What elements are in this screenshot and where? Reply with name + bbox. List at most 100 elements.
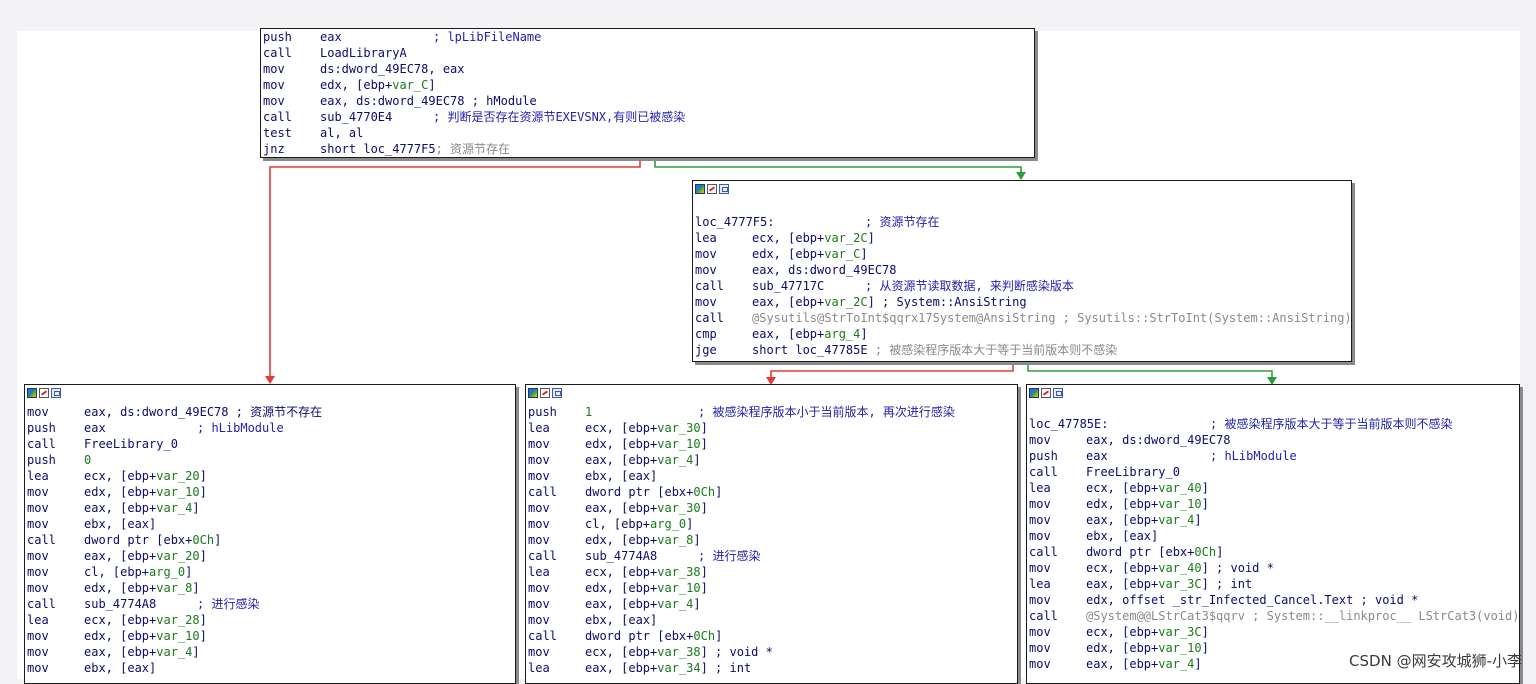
asm-line[interactable]: call dword ptr [ebx+0Ch]	[526, 628, 1017, 644]
asm-line[interactable]: mov ebx, [eax]	[25, 660, 515, 676]
asm-line[interactable]: push 1 ; 被感染程序版本小于当前版本, 再次进行感染	[526, 404, 1017, 420]
asm-line[interactable]: lea eax, [ebp+var_3C] ; int	[1027, 576, 1519, 592]
operand-variable: var_C	[392, 78, 429, 92]
asm-line[interactable]: call sub_4774A8 ; 进行感染	[526, 548, 1017, 564]
asm-line[interactable]: mov edx, [ebp+var_10]	[526, 436, 1017, 452]
asm-line[interactable]: mov edx, [ebp+var_C]	[693, 246, 1351, 262]
operand-suffix: ] ; void *	[700, 645, 773, 659]
block-label[interactable]: loc_47785E:	[1029, 416, 1108, 432]
edit-pen-icon[interactable]	[707, 184, 717, 194]
code-block-center[interactable]: push 1 ; 被感染程序版本小于当前版本, 再次进行感染 lea ecx, [ebp…	[525, 384, 1018, 684]
line-comment: ; 从资源节读取数据, 来判断感染版本	[865, 279, 1074, 293]
asm-line[interactable]: push eax ; hLibModule	[25, 420, 515, 436]
asm-line[interactable]: mov eax, [ebp+var_4]	[25, 644, 515, 660]
asm-line[interactable]: call sub_4770E4 ; 判断是否存在资源节EXEVSNX,有则已被感染	[261, 109, 1034, 125]
code-block-loc_47785E[interactable]: loc_47785E: ; 被感染程序版本大于等于当前版本则不感染 mov eax…	[1026, 384, 1520, 684]
asm-line[interactable]: cmp eax, [ebp+arg_4]	[693, 326, 1351, 342]
code-block-top[interactable]: push eax; lpLibFileName call LoadLibraryA mo…	[260, 28, 1035, 158]
asm-line[interactable]: mov ebx, [eax]	[1027, 528, 1519, 544]
edit-pen-icon[interactable]	[1041, 388, 1051, 398]
asm-line[interactable]: mov eax, [ebp+var_4]	[526, 596, 1017, 612]
asm-line[interactable]: call dword ptr [ebx+0Ch]	[25, 532, 515, 548]
operand-suffix: ]	[860, 327, 868, 341]
asm-line[interactable]: call sub_4774A8 ; 进行感染	[25, 596, 515, 612]
asm-line[interactable]: push eax ; lpLibFileName	[261, 29, 1034, 45]
asm-line[interactable]: lea ecx, [ebp+var_38]	[526, 564, 1017, 580]
asm-line[interactable]: mov eax, [ebp+var_4]	[1027, 512, 1519, 528]
asm-line[interactable]: mov edx, [ebp+var_8]	[25, 580, 515, 596]
asm-line[interactable]: mov eax, [ebp+var_2C] ; System::AnsiStrin…	[693, 294, 1351, 310]
asm-line[interactable]: call LoadLibraryA	[261, 45, 1034, 61]
asm-line[interactable]: mov eax, [ebp+var_20]	[25, 548, 515, 564]
window-icon[interactable]	[1053, 388, 1063, 398]
asm-line[interactable]: call FreeLibrary_0	[1027, 464, 1519, 480]
asm-line[interactable]: call dword ptr [ebx+0Ch]	[526, 484, 1017, 500]
asm-line[interactable]: mov edx, [ebp+var_10]	[25, 484, 515, 500]
asm-line[interactable]: mov ebx, [eax]	[526, 468, 1017, 484]
asm-line[interactable]: mov eax, [ebp+var_30]	[526, 500, 1017, 516]
asm-line[interactable]: jge short loc_47785E ; 被感染程序版本大于等于当前版本则不感…	[693, 342, 1351, 358]
operands: FreeLibrary_0	[1086, 464, 1180, 480]
asm-line[interactable]: lea ecx, [ebp+var_2C]	[693, 230, 1351, 246]
asm-line[interactable]: mov edx, [ebp+var_10]	[25, 628, 515, 644]
block-label[interactable]: loc_4777F5:	[695, 214, 774, 230]
asm-line[interactable]: mov ebx, [eax]	[526, 612, 1017, 628]
window-icon[interactable]	[552, 388, 562, 398]
asm-line[interactable]: lea eax, [ebp+var_34] ; int	[526, 660, 1017, 676]
operands: ds:dword_49EC78, eax	[320, 61, 465, 77]
asm-line[interactable]: mov eax, ds:dword_49EC78 ; hModule	[261, 93, 1034, 109]
window-icon[interactable]	[51, 388, 61, 398]
code-block-left[interactable]: mov eax, ds:dword_49EC78 ; 资源节不存在 push eax;…	[24, 384, 516, 684]
asm-line[interactable]: mov edx, [ebp+var_C]	[261, 77, 1034, 93]
operand-text: edx, offset _str_Infected_Cancel.Text ; …	[1086, 593, 1419, 607]
graph-color-icon[interactable]	[528, 388, 538, 398]
window-icon[interactable]	[719, 184, 729, 194]
asm-line[interactable]: mov eax, ds:dword_49EC78	[693, 262, 1351, 278]
asm-line[interactable]: jnz short loc_4777F5; 资源节存在	[261, 141, 1034, 157]
asm-line[interactable]: mov ecx, [ebp+var_38] ; void *	[526, 644, 1017, 660]
asm-line[interactable]: mov edx, offset _str_Infected_Cancel.Text…	[1027, 592, 1519, 608]
asm-line[interactable]: mov edx, [ebp+var_8]	[526, 532, 1017, 548]
graph-color-icon[interactable]	[695, 184, 705, 194]
operand-text: ecx, [ebp+	[585, 645, 658, 659]
asm-line[interactable]: mov ecx, [ebp+var_40] ; void *	[1027, 560, 1519, 576]
asm-line[interactable]: lea ecx, [ebp+var_28]	[25, 612, 515, 628]
graph-color-icon[interactable]	[1029, 388, 1039, 398]
asm-line[interactable]: mov eax, ds:dword_49EC78	[1027, 432, 1519, 448]
asm-line[interactable]: push eax ; hLibModule	[1027, 448, 1519, 464]
block-label-comment: ; 资源节存在	[865, 215, 940, 229]
asm-line[interactable]: mov edx, [ebp+var_10]	[526, 580, 1017, 596]
edit-pen-icon[interactable]	[540, 388, 550, 398]
asm-line[interactable]: mov cl, [ebp+arg_0]	[25, 564, 515, 580]
operand-text: LoadLibraryA	[320, 46, 407, 60]
asm-line[interactable]: mov eax, ds:dword_49EC78 ; 资源节不存在	[25, 404, 515, 420]
asm-line[interactable]: mov edx, [ebp+var_10]	[1027, 496, 1519, 512]
asm-line[interactable]: test al, al	[261, 125, 1034, 141]
asm-line[interactable]: lea ecx, [ebp+var_30]	[526, 420, 1017, 436]
asm-line[interactable]: call FreeLibrary_0	[25, 436, 515, 452]
operand-suffix: ]	[1194, 657, 1202, 671]
block-label-line: loc_47785E: ; 被感染程序版本大于等于当前版本则不感染	[1027, 416, 1519, 432]
asm-line[interactable]: lea ecx, [ebp+var_40]	[1027, 480, 1519, 496]
asm-line[interactable]: mov ds:dword_49EC78, eax	[261, 61, 1034, 77]
operand-text: eax, [ebp+	[1086, 513, 1159, 527]
operand-variable: arg_4	[824, 327, 861, 341]
line-comment: ; 进行感染	[197, 597, 260, 611]
asm-line[interactable]: mov ebx, [eax]	[25, 516, 515, 532]
asm-line[interactable]: call dword ptr [ebx+0Ch]	[1027, 544, 1519, 560]
mnemonic: mov	[1029, 657, 1051, 671]
code-block-loc_4777F5[interactable]: loc_4777F5: ; 资源节存在 lea ecx, [ebp+var_2C]…	[692, 180, 1352, 362]
asm-line[interactable]: mov eax, [ebp+var_4]	[25, 500, 515, 516]
asm-line[interactable]: mov cl, [ebp+arg_0]	[526, 516, 1017, 532]
operand-variable: 0Ch	[693, 485, 716, 499]
edge-top-to-mid	[654, 158, 1022, 174]
asm-line[interactable]: call @Sysutils@StrToInt$qqrx17System@Ansi…	[693, 310, 1351, 326]
asm-line[interactable]: push 0	[25, 452, 515, 468]
graph-color-icon[interactable]	[27, 388, 37, 398]
edit-pen-icon[interactable]	[39, 388, 49, 398]
asm-line[interactable]: mov eax, [ebp+var_4]	[526, 452, 1017, 468]
asm-line[interactable]: call sub_47717C ; 从资源节读取数据, 来判断感染版本	[693, 278, 1351, 294]
asm-line[interactable]: mov ecx, [ebp+var_3C]	[1027, 624, 1519, 640]
asm-line[interactable]: call @System@@LStrCat3$qqrv ; System::__l…	[1027, 608, 1519, 624]
asm-line[interactable]: lea ecx, [ebp+var_20]	[25, 468, 515, 484]
